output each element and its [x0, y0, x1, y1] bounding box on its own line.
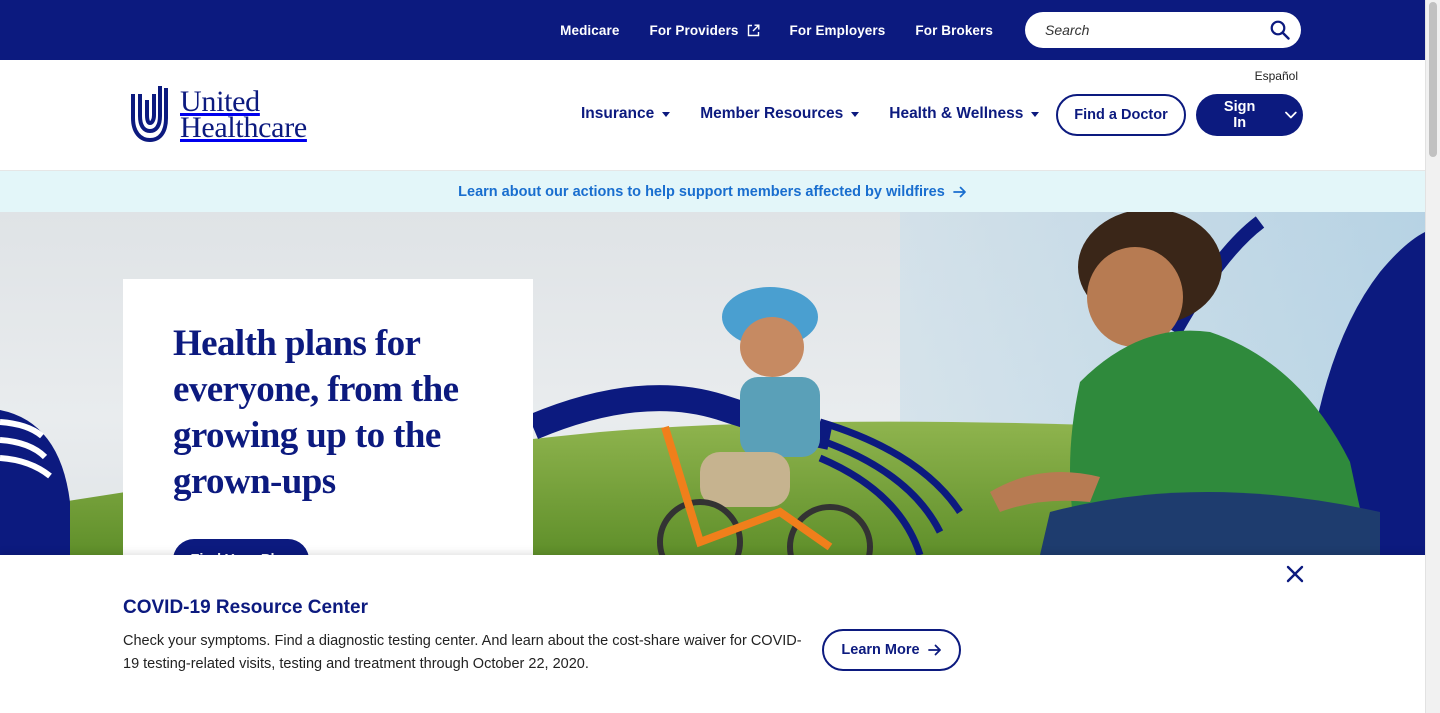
- main-nav: Insurance Member Resources Health & Well…: [581, 94, 1040, 134]
- arrow-right-icon: [952, 186, 966, 197]
- utility-nav: Medicare For Providers For Employers For…: [560, 0, 993, 60]
- utility-bar: Medicare For Providers For Employers For…: [0, 0, 1425, 60]
- hero-card: Health plans for everyone, from the grow…: [123, 279, 533, 555]
- covid-banner: COVID-19 Resource Center Check your symp…: [0, 555, 1425, 713]
- main-header: United Healthcare Español Insurance Memb…: [0, 60, 1425, 171]
- nav-health-wellness[interactable]: Health & Wellness: [889, 105, 1040, 123]
- alert-text: Learn about our actions to help support …: [458, 183, 945, 200]
- search-input[interactable]: [1043, 21, 1257, 39]
- caret-down-icon: [1031, 111, 1040, 117]
- covid-title: COVID-19 Resource Center: [123, 597, 368, 618]
- wildfire-alert-link[interactable]: Learn about our actions to help support …: [458, 184, 967, 200]
- learn-more-label: Learn More: [841, 642, 920, 658]
- arrow-right-icon: [927, 644, 941, 656]
- learn-more-button[interactable]: Learn More: [822, 629, 961, 671]
- utility-link-label: For Employers: [789, 22, 886, 38]
- utility-link-providers[interactable]: For Providers: [649, 22, 760, 38]
- search-box: [1025, 12, 1301, 48]
- caret-down-icon: [662, 111, 671, 117]
- page: Medicare For Providers For Employers For…: [0, 0, 1425, 713]
- scrollbar-thumb[interactable]: [1429, 2, 1437, 157]
- logo[interactable]: United Healthcare: [131, 84, 307, 145]
- utility-link-brokers[interactable]: For Brokers: [915, 23, 993, 38]
- nav-member-resources[interactable]: Member Resources: [700, 105, 860, 123]
- nav-label: Member Resources: [700, 105, 844, 122]
- sign-in-button[interactable]: Sign In: [1196, 94, 1303, 136]
- nav-label: Health & Wellness: [889, 105, 1024, 122]
- logo-wordmark: United Healthcare: [180, 86, 307, 144]
- find-your-plan-button[interactable]: Find Your Plan: [173, 539, 309, 555]
- alert-bar: Learn about our actions to help support …: [0, 171, 1425, 212]
- nav-insurance[interactable]: Insurance: [581, 105, 671, 123]
- search-icon[interactable]: [1270, 20, 1290, 40]
- sign-in-label: Sign In: [1223, 99, 1256, 131]
- chevron-down-icon: [1285, 111, 1297, 119]
- uhc-logo-icon: [131, 86, 168, 143]
- external-link-icon: [747, 24, 760, 36]
- hero-headline: Health plans for everyone, from the grow…: [173, 323, 459, 502]
- nav-label: Insurance: [581, 105, 655, 122]
- page-scrollbar[interactable]: [1425, 0, 1440, 713]
- hero: Health plans for everyone, from the grow…: [0, 212, 1425, 555]
- utility-link-label: For Brokers: [915, 22, 993, 38]
- utility-link-label: For Providers: [649, 22, 739, 38]
- close-icon[interactable]: [1284, 563, 1306, 585]
- utility-link-medicare[interactable]: Medicare: [560, 23, 619, 38]
- caret-down-icon: [851, 111, 860, 117]
- find-doctor-button[interactable]: Find a Doctor: [1056, 94, 1186, 136]
- covid-body: Check your symptoms. Find a diagnostic t…: [123, 633, 802, 672]
- language-link[interactable]: Español: [1255, 69, 1298, 83]
- logo-line-2: Healthcare: [180, 110, 307, 144]
- utility-link-label: Medicare: [560, 22, 620, 38]
- utility-link-employers[interactable]: For Employers: [790, 23, 886, 38]
